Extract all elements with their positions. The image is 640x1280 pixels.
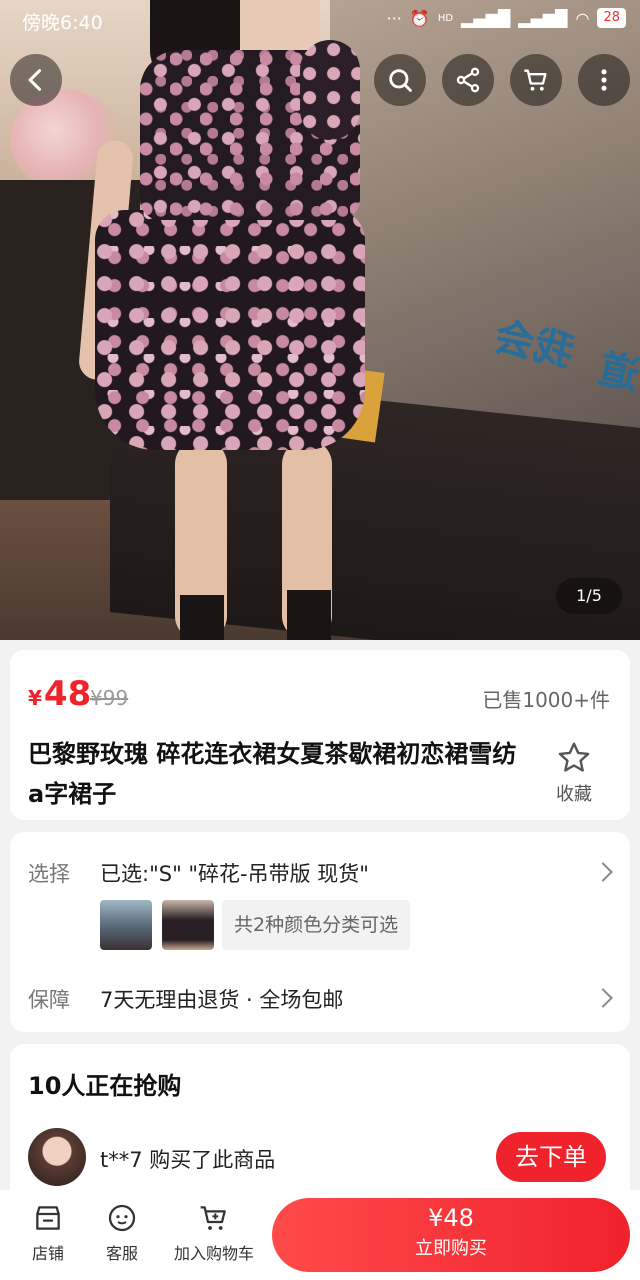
customer-service-icon bbox=[108, 1204, 136, 1232]
chevron-right-icon bbox=[593, 988, 613, 1008]
add-to-cart-tab[interactable]: 加入购物车 bbox=[164, 1202, 264, 1264]
search-button[interactable] bbox=[374, 54, 426, 106]
status-icons: ··· ⏰ HD ▂▄▆█ ▂▄▆█ ◠ 28 bbox=[387, 8, 626, 28]
add-to-cart-label: 加入购物车 bbox=[173, 1244, 254, 1263]
buyer-activity: t**7 购买了此商品 bbox=[100, 1148, 276, 1172]
status-time: 傍晚6:40 bbox=[22, 12, 103, 34]
guarantee-value: 7天无理由退货 · 全场包邮 bbox=[100, 988, 344, 1012]
product-title: 巴黎野玫瑰 碎花连衣裙女夏茶歇裙初恋裙雪纺a字裙子 bbox=[28, 740, 517, 808]
hd-badge: HD bbox=[437, 12, 454, 24]
cart-button[interactable] bbox=[510, 54, 562, 106]
favorite-button[interactable]: 收藏 bbox=[544, 740, 604, 806]
share-icon bbox=[456, 67, 480, 93]
signal-icon: ▂▄▆█ bbox=[518, 8, 568, 28]
selected-spec: 已选:"S" "碎花-吊带版 现货" bbox=[100, 862, 369, 886]
cart-icon bbox=[524, 69, 547, 91]
battery-icon: 28 bbox=[597, 8, 626, 28]
buy-now-price: ¥48 bbox=[428, 1204, 474, 1232]
search-icon bbox=[389, 69, 412, 92]
price-value: 48 bbox=[43, 674, 92, 714]
service-label: 客服 bbox=[105, 1244, 138, 1263]
bottom-action-bar: 店铺 客服 加入购物车 ¥48 立即购买 bbox=[0, 1190, 640, 1280]
buy-now-button[interactable]: ¥48 立即购买 bbox=[272, 1198, 630, 1272]
service-tab[interactable]: 客服 bbox=[82, 1202, 162, 1264]
current-price: ¥ 48 bbox=[28, 674, 91, 714]
model-sock bbox=[180, 595, 224, 640]
dress-sleeve bbox=[300, 40, 360, 140]
store-icon bbox=[36, 1206, 60, 1230]
select-label: 选择 bbox=[28, 862, 70, 886]
buy-now-label: 立即购买 bbox=[415, 1238, 487, 1259]
price-card: ¥ 48 ¥99 已售1000+件 巴黎野玫瑰 碎花连衣裙女夏茶歇裙初恋裙雪纺a… bbox=[10, 650, 630, 820]
more-vertical-icon bbox=[601, 69, 607, 91]
color-thumbnail[interactable] bbox=[162, 900, 214, 950]
wifi-icon: ◠ bbox=[575, 8, 590, 28]
back-button[interactable] bbox=[10, 54, 62, 106]
notification-dots-icon: ··· bbox=[386, 8, 402, 28]
original-price: ¥99 bbox=[90, 686, 129, 710]
signal-icon: ▂▄▆█ bbox=[461, 8, 511, 28]
buying-now-card: 10人正在抢购 t**7 购买了此商品 去下单 bbox=[10, 1044, 630, 1204]
image-counter: 1/5 bbox=[556, 578, 622, 614]
buying-title: 10人正在抢购 bbox=[28, 1072, 182, 1100]
avatar bbox=[28, 1128, 86, 1186]
chevron-right-icon bbox=[593, 862, 613, 882]
status-bar: 傍晚6:40 ··· ⏰ HD ▂▄▆█ ▂▄▆█ ◠ 28 bbox=[0, 0, 640, 40]
model-sock bbox=[287, 590, 331, 640]
currency-symbol: ¥ bbox=[28, 686, 42, 710]
alarm-icon: ⏰ bbox=[409, 8, 430, 28]
color-count-tag: 共2种颜色分类可选 bbox=[222, 900, 411, 950]
options-card: 选择 已选:"S" "碎花-吊带版 现货" 共2种颜色分类可选 保障 7天无理由… bbox=[10, 832, 630, 1032]
guarantee-row[interactable]: 保障 7天无理由退货 · 全场包邮 bbox=[10, 962, 630, 1022]
dress-skirt bbox=[95, 210, 365, 450]
more-button[interactable] bbox=[578, 54, 630, 106]
share-button[interactable] bbox=[442, 54, 494, 106]
select-row[interactable]: 选择 已选:"S" "碎花-吊带版 现货" 共2种颜色分类可选 bbox=[10, 832, 630, 957]
go-order-button[interactable]: 去下单 bbox=[496, 1132, 606, 1182]
add-cart-icon bbox=[200, 1206, 226, 1230]
sold-count: 已售1000+件 bbox=[482, 688, 610, 712]
store-tab[interactable]: 店铺 bbox=[8, 1202, 88, 1264]
chevron-left-icon bbox=[28, 69, 42, 91]
color-thumbnail[interactable] bbox=[100, 900, 152, 950]
store-label: 店铺 bbox=[31, 1244, 64, 1263]
guarantee-label: 保障 bbox=[28, 988, 70, 1012]
favorite-label: 收藏 bbox=[556, 784, 592, 805]
star-icon bbox=[558, 742, 590, 772]
